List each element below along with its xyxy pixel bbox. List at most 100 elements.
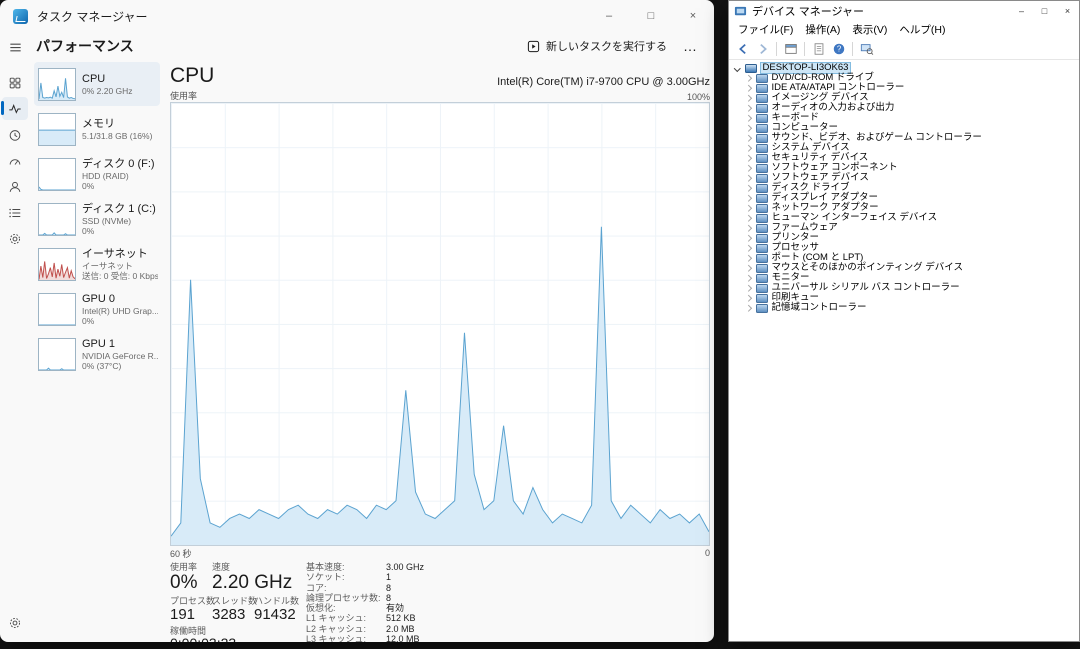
expand-chevron-icon[interactable] (745, 115, 751, 121)
maximize-button[interactable]: □ (1033, 1, 1056, 21)
expand-chevron-icon[interactable] (745, 205, 751, 211)
minimize-button[interactable]: – (588, 0, 630, 32)
expand-chevron-icon[interactable] (745, 75, 751, 81)
gpu1-mini-chart (38, 338, 76, 371)
task-manager-titlebar[interactable]: タスク マネージャー – □ × (0, 0, 714, 32)
run-new-task-button[interactable]: 新しいタスクを実行する (527, 38, 667, 54)
system-devices-icon (756, 144, 768, 153)
mice-pointing-devices-icon (756, 264, 768, 273)
users-tab-icon[interactable] (2, 175, 28, 198)
expand-chevron-icon[interactable] (745, 165, 751, 171)
performance-tab-icon[interactable] (2, 97, 28, 120)
cpu-spec-list: 基本速度:3.00 GHz ソケット:1 コア:8 論理プロセッサ数:8 仮想化… (306, 562, 424, 642)
expand-chevron-icon[interactable] (745, 175, 751, 181)
chart-axis-usage-label: 使用率 (170, 89, 197, 102)
imaging-devices-icon (756, 94, 768, 103)
print-queues-icon (756, 294, 768, 303)
cpu-usage-area-chart (171, 103, 709, 545)
performance-sidebar: CPU 0% 2.20 GHz メモリ 5.1/31.8 GB (16%) (34, 62, 160, 642)
processes-stat: プロセス数 191 (170, 596, 212, 623)
menu-file[interactable]: ファイル(F) (732, 22, 799, 37)
security-devices-icon (756, 154, 768, 163)
expand-chevron-icon[interactable] (745, 105, 751, 111)
expand-chevron-icon[interactable] (745, 295, 751, 301)
expand-chevron-icon[interactable] (745, 185, 751, 191)
desktop: タスク マネージャー – □ × (0, 0, 1080, 649)
expand-chevron-icon[interactable] (745, 155, 751, 161)
device-manager-app-icon (734, 5, 747, 18)
usage-stat: 使用率 0% (170, 562, 212, 593)
cpu-model-name: Intel(R) Core(TM) i7-9700 CPU @ 3.00GHz (497, 76, 710, 88)
expand-chevron-icon[interactable] (745, 265, 751, 271)
help-icon[interactable]: ? (830, 41, 847, 57)
toolbar-separator (852, 42, 853, 56)
sidebar-item-memory[interactable]: メモリ 5.1/31.8 GB (16%) (34, 107, 160, 151)
software-components-icon (756, 164, 768, 173)
expand-chevron-icon[interactable] (745, 145, 751, 151)
menu-view[interactable]: 表示(V) (846, 22, 893, 37)
device-manager-toolbar: ? (729, 38, 1079, 60)
scan-hardware-changes-icon[interactable] (858, 41, 875, 57)
tree-item-storage-controllers[interactable]: 記憶域コントローラー (732, 303, 1079, 313)
cpu-usage-chart (170, 102, 710, 546)
processes-tab-icon[interactable] (2, 71, 28, 94)
app-history-tab-icon[interactable] (2, 123, 28, 146)
task-manager-app-icon (13, 9, 28, 24)
software-devices-icon (756, 174, 768, 183)
device-tree: DESKTOP-LI3OK63 DVD/CD-ROM ドライブ IDE ATA/… (729, 60, 1079, 313)
expand-chevron-icon[interactable] (745, 85, 751, 91)
services-tab-icon[interactable] (2, 227, 28, 250)
hamburger-menu-icon[interactable] (2, 36, 28, 59)
memory-mini-chart (38, 113, 76, 146)
threads-stat: スレッド数 3283 (212, 596, 254, 623)
forward-icon[interactable] (754, 41, 771, 57)
expand-chevron-icon[interactable] (745, 285, 751, 291)
sidebar-item-disk1[interactable]: ディスク 1 (C:) SSD (NVMe) 0% (34, 197, 160, 241)
sidebar-item-cpu[interactable]: CPU 0% 2.20 GHz (34, 62, 160, 106)
sidebar-item-disk0[interactable]: ディスク 0 (F:) HDD (RAID) 0% (34, 152, 160, 196)
details-tab-icon[interactable] (2, 201, 28, 224)
page-title: パフォーマンス (36, 36, 134, 56)
minimize-button[interactable]: – (1010, 1, 1033, 21)
back-icon[interactable] (734, 41, 751, 57)
maximize-button[interactable]: □ (630, 0, 672, 32)
expand-chevron-icon[interactable] (745, 95, 751, 101)
printers-icon (756, 234, 768, 243)
audio-inputs-outputs-icon (756, 104, 768, 113)
run-task-icon (527, 40, 540, 53)
firmware-icon (756, 224, 768, 233)
expand-chevron-icon[interactable] (745, 215, 751, 221)
usb-controllers-icon (756, 284, 768, 293)
expand-chevron-icon[interactable] (745, 255, 751, 261)
close-button[interactable]: × (672, 0, 714, 32)
ethernet-mini-chart (38, 248, 76, 281)
cpu-panel: CPU Intel(R) Core(TM) i7-9700 CPU @ 3.00… (160, 62, 712, 642)
sidebar-item-ethernet[interactable]: イーサネット イーサネット 送信: 0 受信: 0 Kbps (34, 242, 160, 286)
expand-chevron-icon[interactable] (745, 235, 751, 241)
menu-action[interactable]: 操作(A) (799, 22, 846, 37)
properties-icon[interactable] (810, 41, 827, 57)
expand-chevron-icon[interactable] (745, 275, 751, 281)
device-manager-window: デバイス マネージャー – □ × ファイル(F) 操作(A) 表示(V) ヘル… (728, 0, 1080, 642)
toolbar-separator (804, 42, 805, 56)
sidebar-item-gpu1[interactable]: GPU 1 NVIDIA GeForce R... 0% (37°C) (34, 332, 160, 376)
more-options-button[interactable]: … (683, 38, 698, 54)
expand-chevron-icon[interactable] (745, 245, 751, 251)
human-interface-devices-icon (756, 214, 768, 223)
close-button[interactable]: × (1056, 1, 1079, 21)
sidebar-item-gpu0[interactable]: GPU 0 Intel(R) UHD Grap... 0% (34, 287, 160, 331)
settings-gear-icon[interactable] (2, 611, 28, 634)
device-manager-titlebar[interactable]: デバイス マネージャー – □ × (729, 1, 1079, 21)
chart-axis-zero-label: 0 (705, 548, 710, 558)
ide-ata-atapi-controller-icon (756, 84, 768, 93)
expand-chevron-icon[interactable] (745, 125, 751, 131)
expand-chevron-icon[interactable] (745, 225, 751, 231)
sound-video-game-controllers-icon (756, 134, 768, 143)
expand-chevron-icon[interactable] (745, 305, 751, 311)
expand-chevron-icon[interactable] (745, 195, 751, 201)
expand-chevron-icon[interactable] (745, 135, 751, 141)
collapse-chevron-icon[interactable] (734, 65, 740, 71)
show-console-tree-icon[interactable] (782, 41, 799, 57)
startup-apps-tab-icon[interactable] (2, 149, 28, 172)
menu-help[interactable]: ヘルプ(H) (893, 22, 951, 37)
